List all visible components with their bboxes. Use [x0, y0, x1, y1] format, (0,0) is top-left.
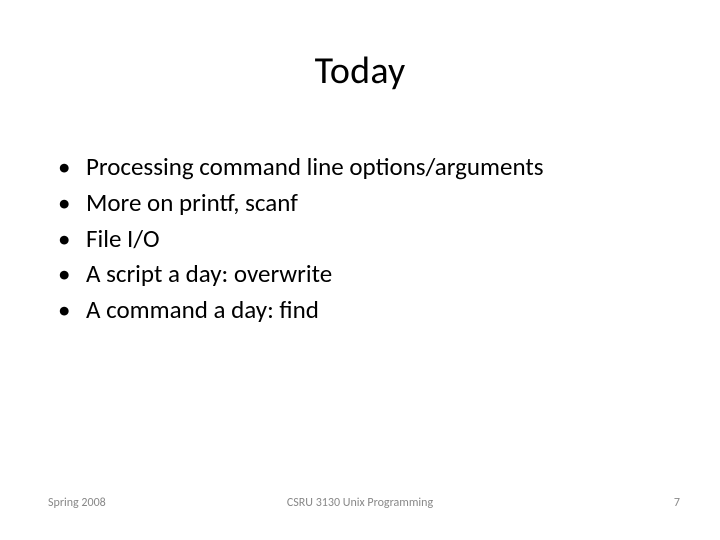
footer-page-number: 7 [674, 496, 680, 510]
list-item: Processing command line options/argument… [58, 150, 660, 184]
slide: Today Processing command line options/ar… [0, 0, 720, 540]
list-item: A command a day: find [58, 293, 660, 327]
list-item: A script a day: overwrite [58, 257, 660, 291]
footer-course: CSRU 3130 Unix Programming [0, 496, 720, 510]
list-item: More on printf, scanf [58, 186, 660, 220]
slide-footer: Spring 2008 CSRU 3130 Unix Programming 7 [0, 490, 720, 510]
list-item: File I/O [58, 222, 660, 256]
bullet-list: Processing command line options/argument… [58, 150, 660, 327]
slide-title: Today [0, 48, 720, 94]
slide-body: Processing command line options/argument… [58, 150, 660, 329]
